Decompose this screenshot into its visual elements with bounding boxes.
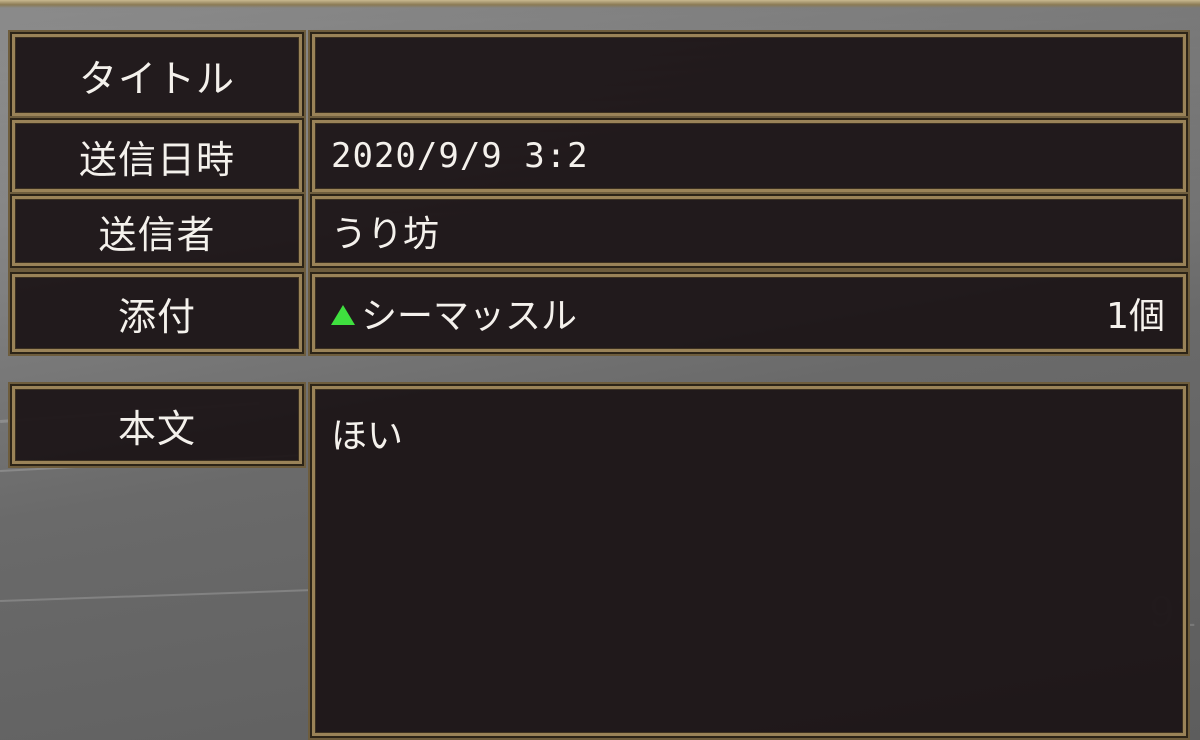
sent-date-value: 2020/9/9 3:2: [331, 136, 589, 176]
green-triangle-icon: [331, 305, 355, 325]
body-value: ほい: [331, 416, 404, 457]
body-field: ほい: [310, 384, 1188, 738]
body-label-text: 本文: [117, 406, 196, 451]
attachment-item[interactable]: シーマッスル: [331, 287, 1106, 339]
title-label-text: タイトル: [78, 56, 235, 101]
sent-date-label: 送信日時: [10, 118, 304, 194]
attachment-quantity: 1個: [1106, 296, 1165, 337]
sent-date-field: 2020/9/9 3:2: [310, 118, 1188, 194]
attachment-label-text: 添付: [117, 294, 196, 339]
top-frame-edge: [0, 0, 1200, 8]
sender-value: うり坊: [331, 214, 440, 255]
background-streak: [0, 589, 310, 602]
title-field: [310, 32, 1188, 118]
attachment-field[interactable]: シーマッスル 1個: [310, 272, 1188, 354]
sender-field: うり坊: [310, 194, 1188, 268]
title-label: タイトル: [10, 32, 304, 118]
sender-label-text: 送信者: [98, 212, 216, 257]
sender-label: 送信者: [10, 194, 304, 268]
body-label: 本文: [10, 384, 304, 466]
attachment-label: 添付: [10, 272, 304, 354]
sent-date-label-text: 送信日時: [78, 137, 235, 182]
attachment-name: シーマッスル: [361, 296, 578, 337]
